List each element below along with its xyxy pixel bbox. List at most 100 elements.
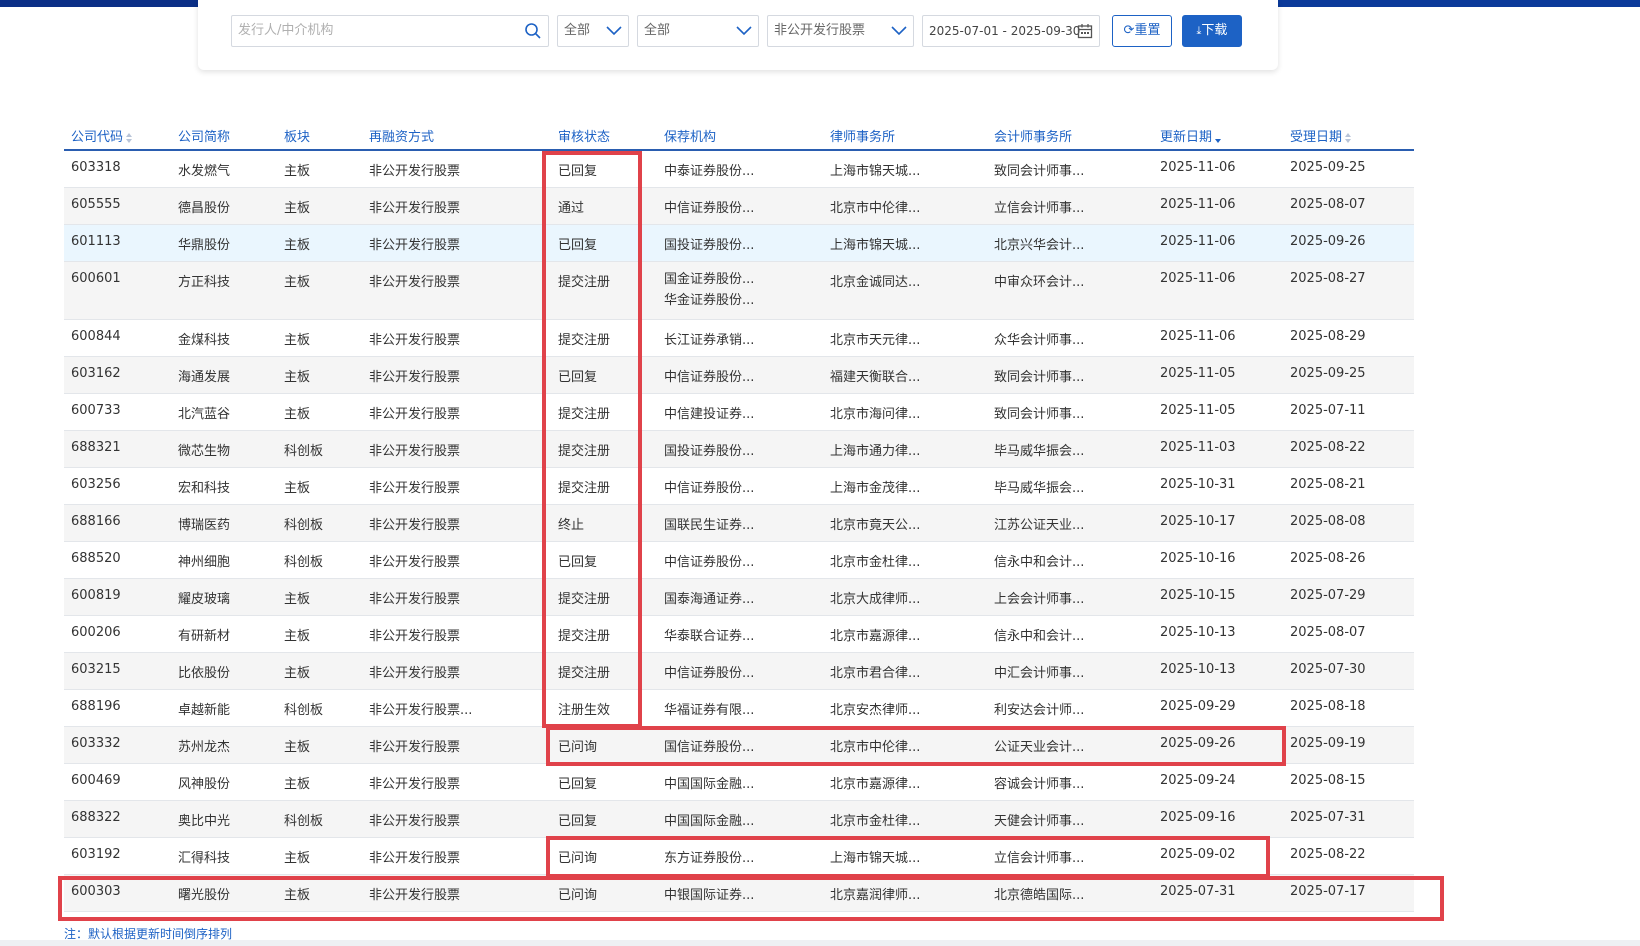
table-row[interactable]: 600844 金煤科技 主板 非公开发行股票 提交注册 长江证券承销... 北京市天元律..…: [64, 320, 1414, 357]
table-row[interactable]: 605555 德昌股份 主板 非公开发行股票 通过 中信证券股份... 北京市中伦律... 立…: [64, 188, 1414, 225]
cell-sponsor: 长江证券承销...: [664, 329, 754, 348]
cell-company-name: 宏和科技: [178, 481, 231, 496]
table-row[interactable]: 603318 水发燃气 主板 非公开发行股票 已回复 中泰证券股份... 上海市锦天城...…: [64, 151, 1414, 188]
cell-board: 主板: [284, 275, 311, 290]
sponsor-name: 国信证券股份...: [664, 740, 755, 755]
cell-sponsor: 东方证券股份...: [664, 847, 754, 866]
chevron-down-icon: [606, 16, 622, 46]
cell-accounting-firm: 容诚会计师事...: [994, 777, 1085, 792]
table-row[interactable]: 688166 博瑞医药 科创板 非公开发行股票 终止 国联民生证券... 北京市竟天公...…: [64, 505, 1414, 542]
cell-accounting-firm: 毕马威华振会...: [994, 444, 1085, 459]
search-icon[interactable]: [524, 16, 542, 46]
cell-law-firm: 北京市中伦律...: [830, 740, 921, 755]
cell-accounting-firm: 致同会计师事...: [994, 370, 1085, 385]
cell-company-code: 688322: [71, 810, 121, 825]
cell-updated-date: 2025-10-13: [1160, 625, 1236, 640]
cell-accepted-date: 2025-09-25: [1290, 366, 1366, 381]
cell-financing-method: 非公开发行股票: [369, 164, 461, 179]
filter-panel: 发行人/中介机构 全部 全部 非公开发行股票 2025-07-01 - 2025…: [198, 0, 1278, 70]
cell-company-name: 金煤科技: [178, 333, 231, 348]
cell-board: 主板: [284, 238, 311, 253]
table-row[interactable]: 600206 有研新材 主板 非公开发行股票 提交注册 华泰联合证券... 北京市嘉源律..…: [64, 616, 1414, 653]
table-row[interactable]: 600733 北汽蓝谷 主板 非公开发行股票 提交注册 中信建投证券... 北京市海问律..…: [64, 394, 1414, 431]
status-select[interactable]: 全部: [637, 15, 759, 47]
cell-financing-method: 非公开发行股票: [369, 666, 461, 681]
cell-review-status: 提交注册: [558, 333, 611, 348]
cell-company-code: 688196: [71, 699, 121, 714]
table-row[interactable]: 688196 卓越新能 科创板 非公开发行股票... 注册生效 华福证券有限... 北京安杰…: [64, 690, 1414, 727]
search-input[interactable]: 发行人/中介机构: [231, 15, 549, 47]
cell-updated-date: 2025-10-15: [1160, 588, 1236, 603]
sponsor-name: 华金证券股份...: [664, 293, 755, 308]
cell-review-status: 提交注册: [558, 444, 611, 459]
cell-law-firm: 北京市海问律...: [830, 407, 921, 422]
table-row[interactable]: 603256 宏和科技 主板 非公开发行股票 提交注册 中信证券股份... 上海市金茂律..…: [64, 468, 1414, 505]
col-header-method: 再融资方式: [369, 130, 435, 145]
cell-sponsor: 中信证券股份...: [664, 197, 754, 216]
sponsor-name: 中信证券股份...: [664, 201, 755, 216]
sponsor-name: 中信建投证券...: [664, 407, 755, 422]
cell-sponsor: 国投证券股份...: [664, 440, 754, 459]
cell-company-code: 600844: [71, 329, 121, 344]
table-row[interactable]: 688520 神州细胞 科创板 非公开发行股票 已回复 中信证券股份... 北京市金杜律..…: [64, 542, 1414, 579]
cell-board: 主板: [284, 888, 311, 903]
table-row[interactable]: 603332 苏州龙杰 主板 非公开发行股票 已问询 国信证券股份... 北京市中伦律...…: [64, 727, 1414, 764]
table-row[interactable]: 601113 华鼎股份 主板 非公开发行股票 已回复 国投证券股份... 上海市锦天城...…: [64, 225, 1414, 262]
table-row[interactable]: 603192 汇得科技 主板 非公开发行股票 已问询 东方证券股份... 上海市锦天城...…: [64, 838, 1414, 875]
cell-company-code: 605555: [71, 197, 121, 212]
cell-law-firm: 上海市金茂律...: [830, 481, 921, 496]
cell-law-firm: 上海市锦天城...: [830, 164, 921, 179]
table-row[interactable]: 600469 风神股份 主板 非公开发行股票 已回复 中国国际金融... 北京市嘉源律...…: [64, 764, 1414, 801]
cell-updated-date: 2025-11-06: [1160, 234, 1236, 249]
cell-review-status: 终止: [558, 518, 585, 533]
cell-board: 主板: [284, 629, 311, 644]
table-row[interactable]: 603162 海通发展 主板 非公开发行股票 已回复 中信证券股份... 福建天衡联合...…: [64, 357, 1414, 394]
cell-updated-date: 2025-11-06: [1160, 197, 1236, 212]
cell-review-status: 提交注册: [558, 592, 611, 607]
cell-accepted-date: 2025-08-26: [1290, 551, 1366, 566]
table-row[interactable]: 688322 奥比中光 科创板 非公开发行股票 已回复 中国国际金融... 北京市金杜律..…: [64, 801, 1414, 838]
sponsor-name: 中国国际金融...: [664, 777, 755, 792]
sponsor-name: 国联民生证券...: [664, 518, 755, 533]
cell-law-firm: 北京金诚同达...: [830, 275, 921, 290]
cell-company-code: 603215: [71, 662, 121, 677]
cell-sponsor: 中信证券股份...: [664, 662, 754, 681]
cell-sponsor: 中银国际证券...: [664, 884, 754, 903]
financing-type-select[interactable]: 非公开发行股票: [767, 15, 914, 47]
cell-sponsor: 中信建投证券...: [664, 403, 754, 422]
col-header-updated[interactable]: 更新日期: [1160, 126, 1222, 145]
cell-sponsor: 国信证券股份...: [664, 736, 754, 755]
download-button[interactable]: ⤓下载: [1182, 15, 1242, 47]
cell-financing-method: 非公开发行股票...: [369, 703, 473, 718]
cell-accounting-firm: 立信会计师事...: [994, 201, 1085, 216]
cell-updated-date: 2025-09-26: [1160, 736, 1236, 751]
cell-sponsor: 中国国际金融...: [664, 773, 754, 792]
cell-review-status: 已回复: [558, 370, 598, 385]
sponsor-name: 华福证券有限...: [664, 703, 755, 718]
table-row[interactable]: 600601 方正科技 主板 非公开发行股票 提交注册 国金证券股份... 华金证券股份..…: [64, 262, 1414, 320]
cell-company-name: 神州细胞: [178, 555, 231, 570]
page-bottom-edge: [0, 940, 1640, 946]
cell-board: 科创板: [284, 444, 324, 459]
date-range-picker[interactable]: 2025-07-01 - 2025-09-30: [922, 15, 1100, 47]
cell-company-code: 603192: [71, 847, 121, 862]
calendar-icon[interactable]: [1077, 16, 1093, 46]
cell-sponsor: 国联民生证券...: [664, 514, 754, 533]
cell-updated-date: 2025-11-05: [1160, 403, 1236, 418]
cell-law-firm: 北京安杰律师...: [830, 703, 921, 718]
cell-law-firm: 上海市通力律...: [830, 444, 921, 459]
table-row[interactable]: 600303 曙光股份 主板 非公开发行股票 已问询 中银国际证券... 北京嘉润律师...…: [64, 875, 1414, 912]
cell-accepted-date: 2025-09-19: [1290, 736, 1366, 751]
col-header-code[interactable]: 公司代码: [71, 126, 133, 145]
table-row[interactable]: 600819 耀皮玻璃 主板 非公开发行股票 提交注册 国泰海通证券... 北京大成律师..…: [64, 579, 1414, 616]
cell-company-name: 耀皮玻璃: [178, 592, 231, 607]
col-header-accepted[interactable]: 受理日期: [1290, 126, 1352, 145]
sponsor-name: 中信证券股份...: [664, 481, 755, 496]
table-row[interactable]: 688321 微芯生物 科创板 非公开发行股票 提交注册 国投证券股份... 上海市通力律.…: [64, 431, 1414, 468]
cell-updated-date: 2025-10-17: [1160, 514, 1236, 529]
market-select[interactable]: 全部: [557, 15, 629, 47]
cell-law-firm: 北京市嘉源律...: [830, 777, 921, 792]
table-row[interactable]: 603215 比依股份 主板 非公开发行股票 提交注册 中信证券股份... 北京市君合律..…: [64, 653, 1414, 690]
reset-button[interactable]: ⟳重置: [1112, 15, 1172, 47]
cell-company-name: 奥比中光: [178, 814, 231, 829]
